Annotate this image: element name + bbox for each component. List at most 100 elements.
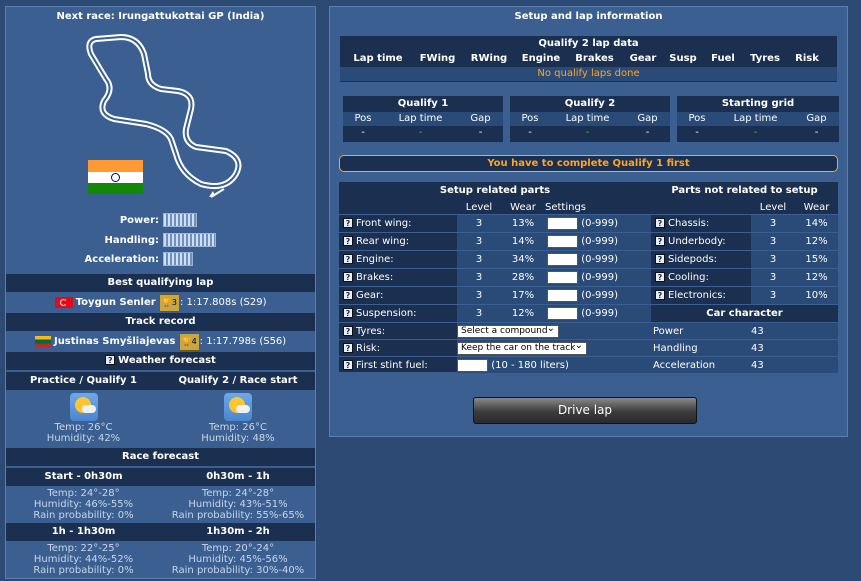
tyres-row: ? Tyres: Select a compound <box>339 322 651 339</box>
setup-row-front-wing: ? Front wing: 3 13% (0-999) <box>339 214 651 232</box>
power-bar <box>163 213 197 227</box>
rf-rain: Rain probability: 0% <box>33 510 134 521</box>
help-icon[interactable]: ? <box>655 272 665 282</box>
q2-empty-message: No qualify laps done <box>340 67 837 81</box>
pq1-title: Practice / Qualify 1 <box>6 372 161 390</box>
trophy-icon: 🏆4 <box>178 333 200 351</box>
sunny-weather-icon <box>70 393 98 421</box>
help-icon[interactable]: ? <box>655 290 665 300</box>
help-icon[interactable]: ? <box>655 218 665 228</box>
engine-input[interactable] <box>547 252 578 266</box>
fuel-row: ? First stint fuel: (10 - 180 liters) <box>339 356 651 373</box>
acceleration-label: Acceleration: <box>84 254 159 265</box>
rf-temp: Temp: 22°-25° <box>47 543 120 554</box>
rf-temp: Temp: 24°-28° <box>201 488 275 499</box>
track-record-title: Track record <box>6 313 315 331</box>
rf-humidity: Humidity: 44%-52% <box>33 554 134 565</box>
rf-period-title: 1h30m - 2h <box>161 523 315 541</box>
help-icon[interactable]: ? <box>343 272 353 282</box>
track-record-driver[interactable]: Justinas Smyšliajevas <box>54 336 175 347</box>
rf-period-title: 0h30m - 1h <box>161 468 315 486</box>
gear-input[interactable] <box>547 288 578 302</box>
help-icon[interactable]: ? <box>343 218 353 228</box>
char-row-power: Power 43 <box>651 322 838 339</box>
help-icon[interactable]: ? <box>343 343 353 353</box>
handling-bar <box>163 233 216 247</box>
drive-lap-button[interactable]: Drive lap <box>473 397 697 424</box>
setup-title: Setup related parts <box>439 185 551 196</box>
nonsetup-row-sidepods: ? Sidepods: 3 15% <box>651 250 838 268</box>
rf-rain: Rain probability: 30%-40% <box>171 565 305 576</box>
front-wing-input[interactable] <box>547 216 578 230</box>
setup-row-engine: ? Engine: 3 34% (0-999) <box>339 250 651 268</box>
trophy-icon: 🏆3 <box>158 294 180 312</box>
help-icon[interactable]: ? <box>343 236 353 246</box>
help-icon[interactable]: ? <box>655 236 665 246</box>
setup-row-suspension: ? Suspension: 3 12% (0-999) <box>339 304 651 322</box>
q2-lap-header: Lap time FWing RWing Engine Brakes Gear … <box>353 53 819 64</box>
rear-wing-input[interactable] <box>547 234 578 248</box>
q2-lap-data-title: Qualify 2 lap data <box>538 38 639 49</box>
rf-humidity: Humidity: 45%-56% <box>188 554 288 565</box>
lithuania-flag-icon <box>34 335 51 347</box>
setup-row-gear: ? Gear: 3 17% (0-999) <box>339 286 651 304</box>
help-icon[interactable]: ? <box>343 326 353 336</box>
char-row-handling: Handling 43 <box>651 339 838 356</box>
acceleration-bar <box>163 252 193 266</box>
help-icon[interactable]: ? <box>105 355 116 365</box>
char-row-acceleration: Acceleration 43 <box>651 356 838 373</box>
setup-table: Setup related parts Parts not related to… <box>339 182 838 373</box>
rf-humidity: Humidity: 43%-51% <box>188 499 288 510</box>
qualify1-box: Qualify 1 Pos Lap time Gap --- <box>343 96 503 142</box>
help-icon[interactable]: ? <box>343 290 353 300</box>
nonsetup-title: Parts not related to setup <box>671 185 818 196</box>
nonsetup-row-chassis: ? Chassis: 3 14% <box>651 214 838 232</box>
pq1-temp: Temp: 26°C <box>54 422 113 433</box>
risk-select[interactable]: Keep the car on the track <box>457 340 587 355</box>
qualify2-box: Qualify 2 Pos Lap time Gap --- <box>510 96 670 142</box>
rf-humidity: Humidity: 46%-55% <box>33 499 134 510</box>
rf-rain: Rain probability: 0% <box>33 565 134 576</box>
qualify-notice: You have to complete Qualify 1 first <box>339 155 838 172</box>
pq1-humidity: Humidity: 42% <box>46 433 121 444</box>
rf-rain: Rain probability: 55%-65% <box>171 510 305 521</box>
nonsetup-row-cooling: ? Cooling: 3 12% <box>651 268 838 286</box>
setup-rows: ? Front wing: 3 13% (0-999) ? Rear wing: 3… <box>339 214 651 373</box>
sunny-weather-icon <box>224 393 252 421</box>
best-qual-row: Toygun Senler 🏆3: 1:17.808s (S29) <box>6 294 315 312</box>
help-icon[interactable]: ? <box>343 308 353 318</box>
nonsetup-row-electronics: ? Electronics: 3 10% <box>651 286 838 304</box>
fuel-input[interactable] <box>457 358 488 372</box>
nonsetup-row-underbody: ? Underbody: 3 12% <box>651 232 838 250</box>
help-icon[interactable]: ? <box>655 254 665 264</box>
brakes-input[interactable] <box>547 270 578 284</box>
setup-row-brakes: ? Brakes: 3 28% (0-999) <box>339 268 651 286</box>
handling-label: Handling: <box>104 235 159 246</box>
best-qual-time: : 1:17.808s (S29) <box>179 297 267 308</box>
best-qual-driver[interactable]: Toygun Senler <box>76 297 156 308</box>
q2-temp: Temp: 26°C <box>209 422 267 433</box>
help-icon[interactable]: ? <box>343 254 353 264</box>
q2-lap-data: Qualify 2 lap data Lap time FWing RWing … <box>340 36 837 82</box>
tyres-select[interactable]: Select a compound <box>457 323 559 338</box>
rf-period-title: Start - 0h30m <box>6 468 161 486</box>
track-record-row: Justinas Smyšliajevas 🏆4: 1:17.798s (S56… <box>6 333 315 351</box>
india-flag-icon <box>88 160 143 194</box>
rf-temp: Temp: 24°-28° <box>47 488 120 499</box>
risk-row: ? Risk: Keep the car on the track <box>339 339 651 356</box>
help-icon[interactable]: ? <box>343 360 353 370</box>
starting-grid-box: Starting grid Pos Lap time Gap --- <box>677 96 839 142</box>
q2-title: Qualify 2 / Race start <box>161 372 315 390</box>
track-record-time: : 1:17.798s (S56) <box>199 336 287 347</box>
suspension-input[interactable] <box>547 306 578 320</box>
race-forecast-title: Race forecast <box>6 448 315 466</box>
left-panel: Next race: Irungattukottai GP (India) Po… <box>5 6 316 579</box>
rf-temp: Temp: 20°-24° <box>201 543 275 554</box>
turkey-flag-icon <box>54 296 73 308</box>
setup-panel-title: Setup and lap information <box>514 11 663 22</box>
rf-period-title: 1h - 1h30m <box>6 523 161 541</box>
car-character-title: Car character <box>651 304 838 322</box>
best-qual-title: Best qualifying lap <box>6 274 315 292</box>
power-label: Power: <box>119 215 159 226</box>
q2-humidity: Humidity: 48% <box>201 433 275 444</box>
